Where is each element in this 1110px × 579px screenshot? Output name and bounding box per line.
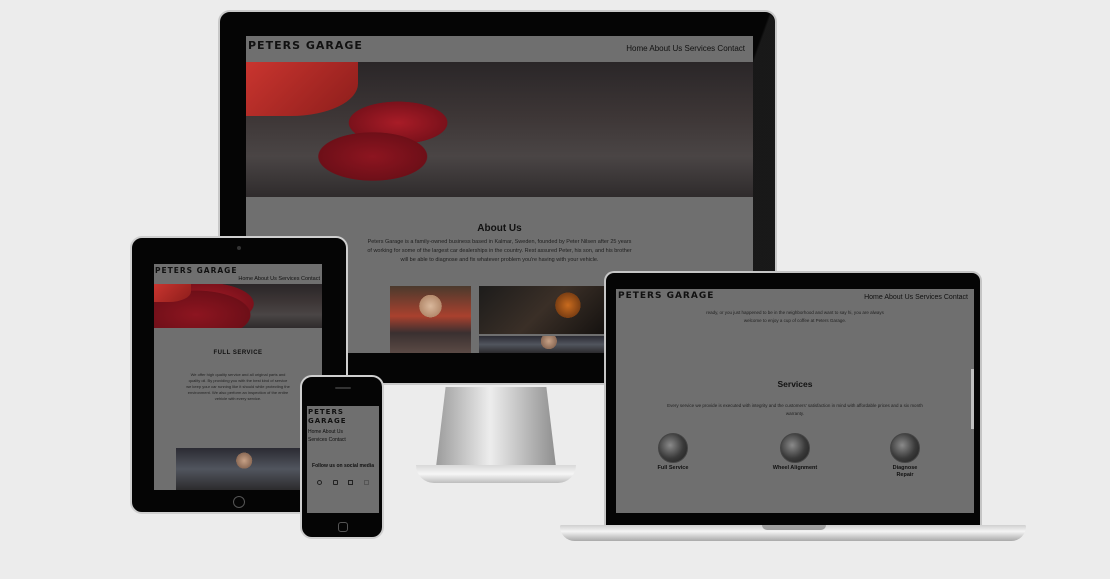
service-label: Diagnose Repair bbox=[892, 465, 918, 478]
desktop-about-text: Peters Garage is a family-owned business… bbox=[367, 239, 632, 263]
laptop-services-title: Services bbox=[777, 379, 813, 389]
tablet-hero-image bbox=[154, 284, 322, 328]
phone-home-button[interactable] bbox=[338, 522, 348, 532]
tablet-brand[interactable]: PETERS GARAGE bbox=[155, 266, 237, 275]
phone-speaker bbox=[335, 387, 351, 389]
tablet-nav-home[interactable]: Home bbox=[238, 276, 253, 282]
instagram-icon[interactable] bbox=[332, 480, 338, 485]
youtube-icon[interactable] bbox=[363, 480, 369, 485]
desktop-photo-owner bbox=[390, 286, 471, 353]
tablet-nav-services[interactable]: Services bbox=[278, 276, 299, 282]
laptop-nav-home[interactable]: Home bbox=[864, 294, 883, 301]
tablet-screen: PETERS GARAGE Home About Us Services Con… bbox=[154, 264, 322, 490]
tablet-photo-mechanic bbox=[176, 448, 300, 490]
tablet-camera bbox=[237, 246, 241, 250]
laptop: PETERS GARAGE Home About Us Services Con… bbox=[604, 271, 982, 525]
service-label: Wheel Alignment bbox=[772, 465, 818, 471]
nav-about[interactable]: About Us bbox=[649, 44, 682, 53]
laptop-header: PETERS GARAGE Home About Us Services Con… bbox=[616, 289, 974, 307]
twitter-icon[interactable] bbox=[348, 480, 354, 485]
phone-social-title: Follow us on social media bbox=[312, 463, 374, 469]
service-card[interactable]: Diagnose Repair bbox=[884, 433, 926, 478]
phone: PETERS GARAGE Home About Us Services Con… bbox=[300, 375, 384, 539]
facebook-icon[interactable] bbox=[317, 480, 322, 485]
laptop-brand[interactable]: PETERS GARAGE bbox=[618, 291, 714, 301]
phone-nav-about[interactable]: About Us bbox=[322, 429, 343, 435]
phone-nav-home[interactable]: Home bbox=[308, 429, 321, 435]
tablet-header: PETERS GARAGE Home About Us Services Con… bbox=[154, 264, 322, 284]
laptop-nav: Home About Us Services Contact bbox=[864, 294, 968, 301]
tablet-home-button[interactable] bbox=[233, 496, 245, 508]
laptop-nav-contact[interactable]: Contact bbox=[944, 294, 968, 301]
laptop-scrollbar[interactable] bbox=[971, 369, 974, 429]
monitor-stand-base bbox=[416, 465, 576, 483]
service-card[interactable]: Full Service bbox=[644, 433, 702, 473]
nav-contact[interactable]: Contact bbox=[717, 44, 745, 53]
tablet-service-title: FULL SERVICE bbox=[213, 350, 263, 356]
laptop-nav-about[interactable]: About Us bbox=[884, 294, 913, 301]
laptop-intro-text: ready, or you just happened to be in the… bbox=[706, 310, 884, 323]
laptop-screen: PETERS GARAGE Home About Us Services Con… bbox=[616, 289, 974, 513]
tablet-service-text: We offer high quality service and all or… bbox=[186, 372, 290, 401]
desktop-about-title: About Us bbox=[477, 223, 522, 234]
laptop-nav-services[interactable]: Services bbox=[915, 294, 942, 301]
full-service-image bbox=[658, 433, 688, 463]
nav-services[interactable]: Services bbox=[685, 44, 716, 53]
desktop-brand[interactable]: PETERS GARAGE bbox=[248, 39, 363, 52]
service-card[interactable]: Wheel Alignment bbox=[756, 433, 834, 473]
laptop-services-text: Every service we provide is executed wit… bbox=[667, 403, 923, 416]
tablet-nav-about[interactable]: About Us bbox=[254, 276, 277, 282]
phone-brand-line1[interactable]: PETERS bbox=[308, 408, 344, 416]
phone-nav: Home About Us Services Contact bbox=[308, 428, 368, 444]
tablet-nav: Home About Us Services Contact bbox=[238, 276, 320, 282]
desktop-photo-mechanic bbox=[479, 336, 606, 353]
phone-screen: PETERS GARAGE Home About Us Services Con… bbox=[307, 406, 379, 513]
phone-brand-line2[interactable]: GARAGE bbox=[308, 417, 347, 425]
nav-home[interactable]: Home bbox=[626, 44, 647, 53]
service-label: Full Service bbox=[657, 465, 689, 471]
phone-social-icons bbox=[317, 480, 369, 488]
phone-nav-contact[interactable]: Contact bbox=[329, 437, 346, 443]
desktop-header: PETERS GARAGE Home About Us Services Con… bbox=[246, 36, 753, 62]
monitor-stand-neck bbox=[436, 387, 556, 467]
laptop-notch bbox=[762, 525, 826, 530]
phone-nav-services[interactable]: Services bbox=[308, 437, 327, 443]
diagnose-repair-image bbox=[890, 433, 920, 463]
wheel-alignment-image bbox=[780, 433, 810, 463]
tablet-nav-contact[interactable]: Contact bbox=[301, 276, 320, 282]
desktop-photo-engine bbox=[479, 286, 606, 334]
desktop-hero-image bbox=[246, 62, 753, 197]
desktop-nav: Home About Us Services Contact bbox=[626, 44, 745, 53]
